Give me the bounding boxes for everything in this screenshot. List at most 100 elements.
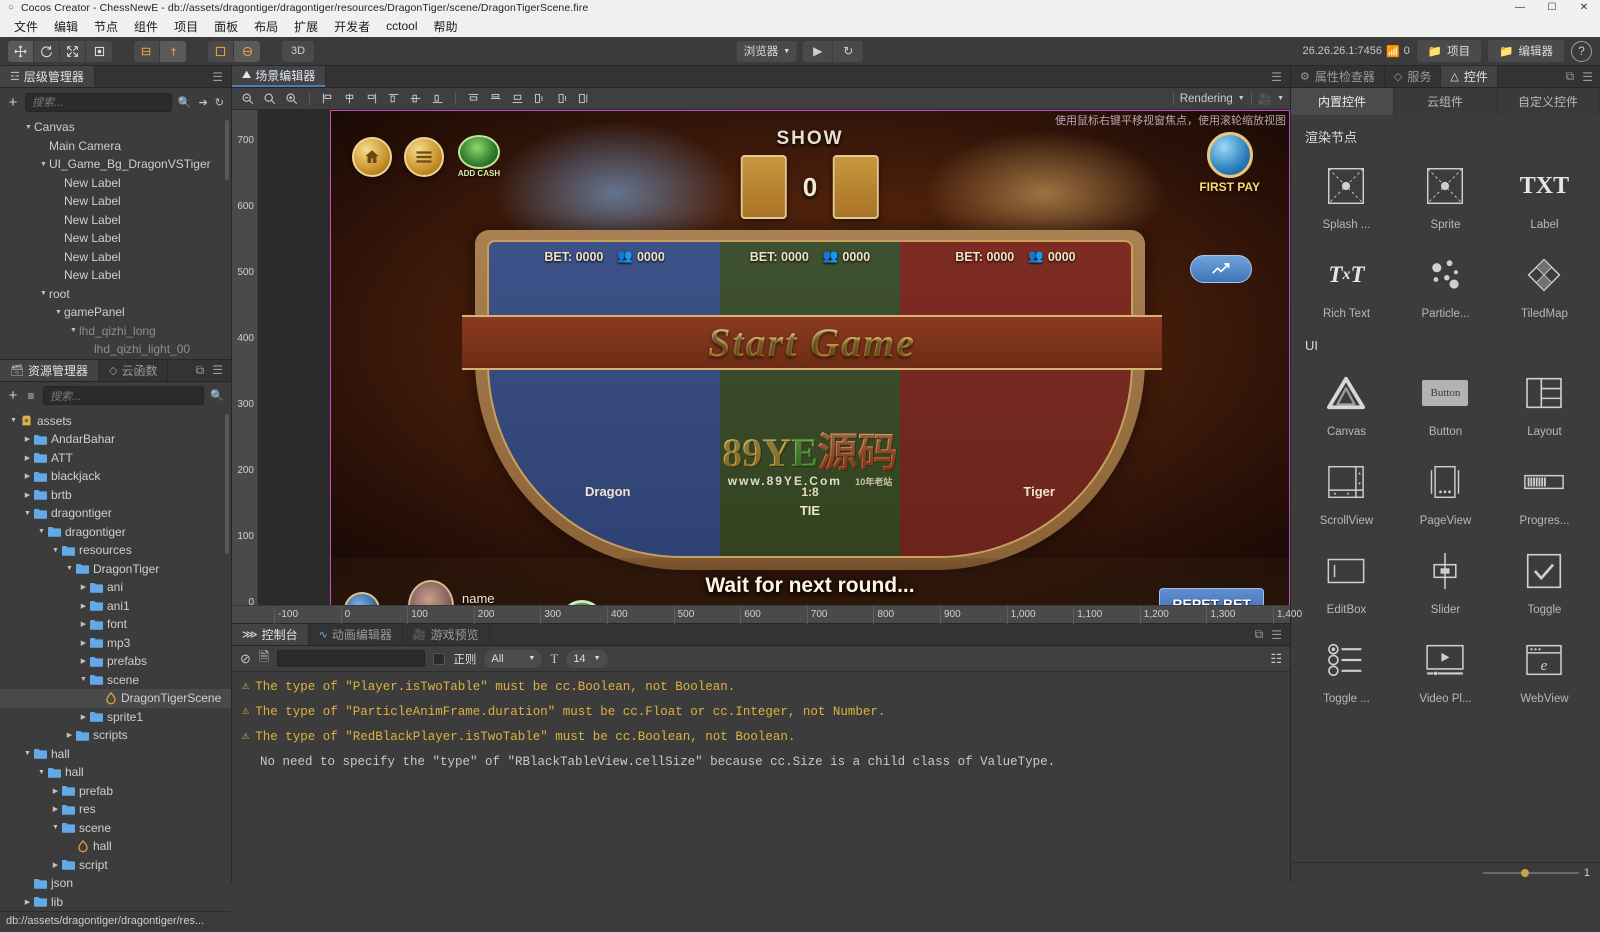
minimize-button[interactable]: — <box>1504 0 1536 15</box>
hierarchy-tree[interactable]: ▼Canvas▶Main Camera▼UI_Game_Bg_DragonVST… <box>0 116 231 359</box>
asset-node[interactable]: ▼resources <box>0 541 231 560</box>
widget-editbox[interactable]: EditBox <box>1297 539 1396 628</box>
bet-zone-dragon[interactable]: BET: 0000 👥 0000 1:1 Dragon <box>489 242 720 556</box>
widget-slider[interactable]: Slider <box>1396 539 1495 628</box>
hierarchy-node[interactable]: ▶lhd_qizhi_light_00 <box>0 340 231 359</box>
subtab-cloud[interactable]: 云组件 <box>1394 88 1497 115</box>
widget-toggle[interactable]: Toggle <box>1495 539 1594 628</box>
chevron-right-icon[interactable]: ▶ <box>22 472 33 480</box>
align-left-icon[interactable] <box>318 90 337 107</box>
asset-node[interactable]: ▶ATT <box>0 449 231 468</box>
chevron-down-icon[interactable]: ▼ <box>53 309 64 316</box>
chevron-down-icon[interactable]: ▼ <box>78 676 89 683</box>
help-button[interactable]: ? <box>1571 41 1592 62</box>
bet-zone-tie[interactable]: BET: 0000 👥 0000 1:8 TIE <box>720 242 900 556</box>
console-collapse-icon[interactable]: ☷ <box>1270 651 1282 667</box>
scale-tool-icon[interactable] <box>60 41 86 62</box>
chevron-down-icon[interactable]: ▼ <box>38 161 49 168</box>
hierarchy-node[interactable]: ▶New Label <box>0 229 231 248</box>
search-icon[interactable]: 🔍 <box>178 96 192 109</box>
tab-properties[interactable]: ⚙ 属性检查器 <box>1291 66 1385 87</box>
align-vcenter-icon[interactable] <box>406 90 425 107</box>
align-bottom-icon[interactable] <box>428 90 447 107</box>
widget-particle[interactable]: Particle... <box>1396 243 1495 332</box>
console-message[interactable]: No need to specify the "type" of "RBlack… <box>232 750 1290 775</box>
menu-item-layout[interactable]: 布局 <box>246 16 286 37</box>
menu-item-cctool[interactable]: cctool <box>378 17 425 35</box>
menu-item-help[interactable]: 帮助 <box>426 16 466 37</box>
chevron-right-icon[interactable]: ▶ <box>22 491 33 499</box>
asset-node[interactable]: ▼hall <box>0 745 231 764</box>
chevron-down-icon[interactable]: ▼ <box>50 547 61 554</box>
mode-3d-button[interactable]: 3D <box>282 41 314 62</box>
log-level-select[interactable]: All ▼ <box>484 650 542 668</box>
popout-icon[interactable]: ⧉ <box>1566 69 1575 84</box>
tab-cloud-functions[interactable]: ◇ 云函数 <box>99 360 168 381</box>
tab-widgets[interactable]: △ 控件 <box>1441 66 1497 87</box>
clear-console-icon[interactable]: ⊘ <box>240 651 251 667</box>
rendering-select[interactable]: Rendering ▼ <box>1180 93 1245 105</box>
node-align-2-icon[interactable] <box>552 90 571 107</box>
menu-item-component[interactable]: 组件 <box>126 16 166 37</box>
trend-button[interactable] <box>1190 255 1252 283</box>
asset-node[interactable]: ▶hall <box>0 837 231 856</box>
chevron-right-icon[interactable]: ▶ <box>64 731 75 739</box>
hierarchy-node[interactable]: ▶New Label <box>0 211 231 230</box>
open-project-button[interactable]: 📁 项目 <box>1417 40 1481 62</box>
popout-icon[interactable]: ⧉ <box>196 363 205 378</box>
hierarchy-node[interactable]: ▶New Label <box>0 266 231 285</box>
popout-icon[interactable]: ⧉ <box>1255 627 1264 642</box>
asset-node[interactable]: ▶scripts <box>0 726 231 745</box>
asset-node[interactable]: ▼scene <box>0 671 231 690</box>
assets-tree[interactable]: ▼assets▶AndarBahar▶ATT▶blackjack▶brtb▼dr… <box>0 410 231 912</box>
widget-richtext[interactable]: TxT Rich Text <box>1297 243 1396 332</box>
hierarchy-node[interactable]: ▼gamePanel <box>0 303 231 322</box>
chevron-right-icon[interactable]: ▶ <box>78 713 89 721</box>
assets-scrollbar[interactable] <box>225 414 229 554</box>
rotate-tool-icon[interactable] <box>34 41 60 62</box>
chevron-down-icon[interactable]: ▼ <box>8 417 19 424</box>
refresh-icon[interactable]: ↻ <box>215 96 224 109</box>
hierarchy-node[interactable]: ▶New Label <box>0 248 231 267</box>
widget-videoplayer[interactable]: Video Pl... <box>1396 628 1495 717</box>
camera-select[interactable]: 🎥 ▼ <box>1258 92 1284 106</box>
widget-tiledmap[interactable]: TiledMap <box>1495 243 1594 332</box>
hierarchy-scrollbar[interactable] <box>225 120 229 180</box>
console-message[interactable]: ⚠The type of "ParticleAnimFrame.duration… <box>232 700 1290 725</box>
menu-button[interactable] <box>404 137 444 177</box>
asset-node[interactable]: ▼assets <box>0 412 231 431</box>
open-editor-button[interactable]: 📁 编辑器 <box>1488 40 1564 62</box>
tab-scene-editor[interactable]: ⛰ 场景编辑器 <box>232 66 326 87</box>
menu-item-project[interactable]: 项目 <box>166 16 206 37</box>
play-icon[interactable]: ▶ <box>803 41 833 62</box>
node-align-3-icon[interactable] <box>574 90 593 107</box>
align-hcenter-icon[interactable] <box>340 90 359 107</box>
chevron-right-icon[interactable]: ▶ <box>50 787 61 795</box>
tab-assets[interactable]: 🗃 资源管理器 <box>0 360 99 381</box>
asset-node[interactable]: ▼hall <box>0 763 231 782</box>
console-log-list[interactable]: ⚠The type of "Player.isTwoTable" must be… <box>232 672 1290 882</box>
coord-global-icon[interactable] <box>234 41 260 62</box>
add-cash-button[interactable]: ADD CASH <box>456 135 502 178</box>
asset-node[interactable]: ▼scene <box>0 819 231 838</box>
widget-layout[interactable]: Layout <box>1495 361 1594 450</box>
console-message[interactable]: ⚠The type of "RedBlackPlayer.isTwoTable"… <box>232 725 1290 750</box>
chevron-right-icon[interactable]: ▶ <box>78 583 89 591</box>
asset-node[interactable]: ▶blackjack <box>0 467 231 486</box>
selected-chip[interactable]: 1 <box>560 600 604 605</box>
zoom-in-icon[interactable] <box>282 90 301 107</box>
tab-hierarchy[interactable]: ☲ 层级管理器 <box>0 66 95 87</box>
rect-tool-icon[interactable] <box>86 41 112 62</box>
add-asset-button[interactable]: + <box>7 387 19 404</box>
chevron-right-icon[interactable]: ▶ <box>22 435 33 443</box>
asset-node[interactable]: ▶prefabs <box>0 652 231 671</box>
chevron-right-icon[interactable]: ▶ <box>22 898 33 906</box>
asset-node[interactable]: ▶res <box>0 800 231 819</box>
widget-progressbar[interactable]: Progres... <box>1495 450 1594 539</box>
chevron-down-icon[interactable]: ▼ <box>38 290 49 297</box>
assets-search-input[interactable]: 搜索... <box>43 386 204 405</box>
chevron-down-icon[interactable]: ▼ <box>64 565 75 572</box>
font-size-select[interactable]: 14 ▼ <box>566 650 607 668</box>
asset-node[interactable]: ▶brtb <box>0 486 231 505</box>
widget-togglegroup[interactable]: Toggle ... <box>1297 628 1396 717</box>
